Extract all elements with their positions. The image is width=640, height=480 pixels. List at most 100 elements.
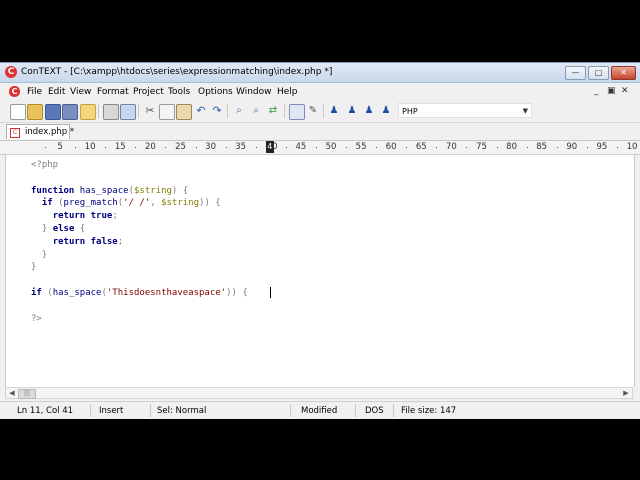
horizontal-scrollbar[interactable]: ◀ ||| ▶ bbox=[5, 387, 633, 399]
scroll-right-icon[interactable]: ▶ bbox=[621, 389, 631, 398]
cut-icon[interactable]: ✂ bbox=[143, 104, 157, 118]
undo-icon[interactable]: ↶ bbox=[194, 104, 208, 118]
status-separator bbox=[290, 404, 291, 417]
ruler-tick bbox=[406, 147, 408, 148]
scroll-left-icon[interactable]: ◀ bbox=[7, 389, 17, 398]
open-file-icon[interactable] bbox=[27, 104, 43, 120]
ruler-tick bbox=[556, 147, 558, 148]
paste-icon[interactable] bbox=[176, 104, 192, 120]
find-next-icon[interactable]: ⌕ bbox=[249, 104, 263, 118]
close-button[interactable]: ✕ bbox=[611, 66, 636, 80]
status-selection-mode: Sel: Normal bbox=[157, 406, 207, 416]
menu-view[interactable]: View bbox=[70, 87, 91, 97]
ruler-tick bbox=[75, 147, 77, 148]
ruler-label: 90 bbox=[566, 142, 578, 152]
ruler-tick bbox=[496, 147, 498, 148]
toolbar-separator bbox=[138, 104, 139, 118]
copy-icon[interactable] bbox=[159, 104, 175, 120]
maximize-button[interactable]: □ bbox=[588, 66, 609, 80]
code-line[interactable]: ?> bbox=[31, 313, 42, 325]
menu-format[interactable]: Format bbox=[97, 87, 129, 97]
menu-options[interactable]: Options bbox=[198, 87, 233, 97]
user-tool-1-icon[interactable]: ♟ bbox=[327, 104, 341, 118]
find-icon[interactable]: ⌕ bbox=[232, 104, 246, 118]
scrollbar-thumb[interactable]: ||| bbox=[18, 389, 36, 399]
ruler-tick bbox=[255, 147, 257, 148]
open-folder-icon[interactable] bbox=[80, 104, 96, 120]
ruler-tick bbox=[346, 147, 348, 148]
ruler-label: 10 bbox=[626, 142, 638, 152]
ruler: 5 10 15 20 25 30 35 4 0 45 50 55 60 65 70 75 80 85 90 95 10 bbox=[0, 141, 640, 155]
print-icon[interactable] bbox=[103, 104, 119, 120]
ruler-label: 5 bbox=[57, 142, 63, 152]
code-line[interactable]: return false; bbox=[31, 236, 123, 248]
minimize-button[interactable]: — bbox=[565, 66, 586, 80]
document-menu-icon[interactable]: C bbox=[9, 86, 20, 97]
ruler-tick bbox=[315, 147, 317, 148]
user-tool-2-icon[interactable]: ♟ bbox=[345, 104, 359, 118]
text-cursor bbox=[270, 287, 271, 298]
toolbar-separator bbox=[323, 104, 324, 118]
ruler-label: 20 bbox=[144, 142, 156, 152]
ruler-tick bbox=[436, 147, 438, 148]
ruler-label: 80 bbox=[506, 142, 518, 152]
status-insert-mode: Insert bbox=[99, 406, 124, 416]
ruler-tick bbox=[225, 147, 227, 148]
ruler-label: 65 bbox=[415, 142, 427, 152]
status-line-endings: DOS bbox=[365, 406, 384, 416]
ruler-label: 75 bbox=[476, 142, 487, 152]
ruler-label: 25 bbox=[175, 142, 186, 152]
ruler-label: 15 bbox=[114, 142, 126, 152]
menu-edit[interactable]: Edit bbox=[48, 87, 65, 97]
code-line[interactable]: return true; bbox=[31, 210, 118, 222]
save-all-icon[interactable] bbox=[62, 104, 78, 120]
toolbar-separator bbox=[227, 104, 228, 118]
language-select-value: PHP bbox=[402, 107, 418, 116]
status-modified: Modified bbox=[301, 406, 338, 416]
code-line[interactable]: } bbox=[31, 261, 36, 273]
redo-icon[interactable]: ↷ bbox=[210, 104, 224, 118]
new-file-icon[interactable] bbox=[10, 104, 26, 120]
status-separator bbox=[393, 404, 394, 417]
ruler-tick bbox=[376, 147, 378, 148]
code-line[interactable]: if (has_space('Thisdoesnthaveaspace')) { bbox=[31, 287, 248, 299]
replace-icon[interactable]: ⇄ bbox=[266, 104, 280, 118]
user-tool-4-icon[interactable]: ♟ bbox=[379, 104, 393, 118]
app-icon[interactable]: C bbox=[5, 66, 17, 78]
code-editor[interactable]: <?php function has_space($string) { if (p… bbox=[5, 155, 635, 387]
doc-restore-button[interactable]: ▣ bbox=[607, 86, 616, 96]
ruler-label: 10 bbox=[84, 142, 96, 152]
doc-close-button[interactable]: ✕ bbox=[621, 86, 629, 96]
ruler-label: 85 bbox=[536, 142, 548, 152]
menu-tools[interactable]: Tools bbox=[168, 87, 190, 97]
doc-minimize-button[interactable]: _ bbox=[594, 86, 599, 96]
document-tab-bar: C index.php * bbox=[0, 123, 640, 141]
menu-file[interactable]: File bbox=[27, 87, 42, 97]
title-bar[interactable]: C ConTEXT - [C:\xampp\htdocs\series\expr… bbox=[0, 63, 640, 83]
ruler-tick bbox=[526, 147, 528, 148]
menu-window[interactable]: Window bbox=[236, 87, 272, 97]
code-line[interactable]: function has_space($string) { bbox=[31, 185, 188, 197]
ruler-label: 0 bbox=[272, 142, 278, 152]
ruler-label: 30 bbox=[205, 142, 217, 152]
tools-icon[interactable]: ✎ bbox=[306, 104, 320, 118]
ruler-tick bbox=[195, 147, 197, 148]
tab-index-php[interactable]: C index.php * bbox=[6, 124, 74, 139]
code-line[interactable]: if (preg_match('/ /', $string)) { bbox=[31, 197, 221, 209]
app-window: C ConTEXT - [C:\xampp\htdocs\series\expr… bbox=[0, 62, 640, 419]
code-line[interactable]: } bbox=[31, 249, 47, 261]
menu-project[interactable]: Project bbox=[133, 87, 164, 97]
code-line[interactable]: <?php bbox=[31, 159, 58, 171]
user-tool-3-icon[interactable]: ♟ bbox=[362, 104, 376, 118]
ruler-tick bbox=[616, 147, 618, 148]
language-select[interactable]: PHP ▼ bbox=[398, 103, 532, 118]
menu-help[interactable]: Help bbox=[277, 87, 298, 97]
export-icon[interactable] bbox=[289, 104, 305, 120]
code-line[interactable]: } else { bbox=[31, 223, 85, 235]
toolbar: ✂ ↶ ↷ ⌕ ⌕ ⇄ ✎ ♟ ♟ ♟ ♟ PHP ▼ bbox=[0, 100, 640, 123]
save-icon[interactable] bbox=[45, 104, 61, 120]
print-preview-icon[interactable] bbox=[120, 104, 136, 120]
toolbar-separator bbox=[98, 104, 99, 118]
status-cursor-position: Ln 11, Col 41 bbox=[17, 406, 74, 416]
ruler-tick bbox=[105, 147, 107, 148]
